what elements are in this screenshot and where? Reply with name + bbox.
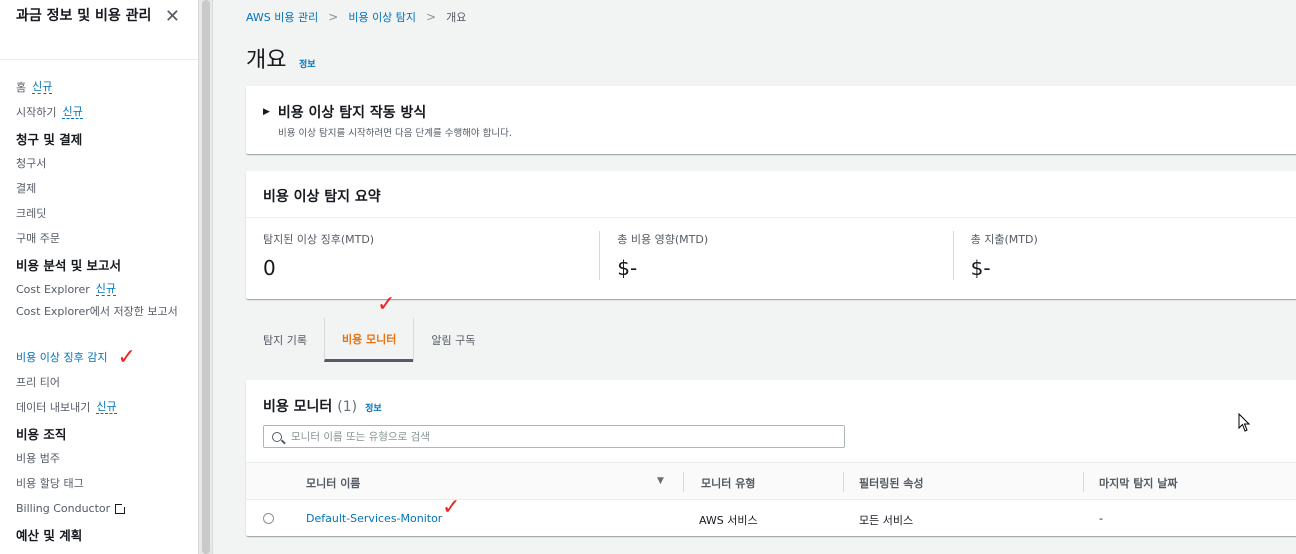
sidebar-section-budgets: 예산 및 계획 [16,527,83,543]
summary-title: 비용 이상 탐지 요약 [246,171,1296,218]
monitor-type-cell: AWS 서비스 [699,514,758,527]
sidebar-item-label: Billing Conductor [16,501,111,515]
column-divider[interactable] [843,472,844,492]
cost-monitors-info-link[interactable]: 정보 [365,401,382,414]
metric-label: 총 지출(MTD) [970,233,1038,246]
sidebar-item-purchase-orders[interactable]: 구매 주문 [0,226,198,251]
breadcrumb-anomaly-detection[interactable]: 비용 이상 탐지 [348,9,416,25]
table-header: 모니터 이름 ▼ 모니터 유형 필터링된 속성 마지막 탐지 날짜 [246,462,1296,500]
sidebar-nav: 홈 신규 시작하기 신규 청구 및 결제 청구서 결제 크레딧 구매 주문 비용 분… [0,60,198,547]
sidebar-item-getting-started[interactable]: 시작하기 신규 [0,100,198,125]
cost-monitors-count: (1) [337,399,358,415]
sidebar-header: 과금 정보 및 비용 관리 ✕ [0,0,198,60]
sidebar-item-bills[interactable]: 청구서 [0,151,198,176]
sidebar-item-billing-conductor[interactable]: Billing Conductor [0,496,198,521]
search-icon [272,431,282,442]
how-it-works-toggle[interactable]: ▶ 비용 이상 탐지 작동 방식 [263,102,426,122]
sidebar-title: 과금 정보 및 비용 관리 [16,8,152,24]
tab-cost-monitors[interactable]: 비용 모니터 ✓ [323,294,414,362]
sidebar: 과금 정보 및 비용 관리 ✕ 홈 신규 시작하기 신규 청구 및 결제 청구서 결… [0,0,199,554]
metric-detected-anomalies: 탐지된 이상 징후(MTD) 0 [246,231,599,280]
search-input[interactable] [291,430,831,443]
sidebar-item-cost-anomaly-detection[interactable]: 비용 이상 징후 감지 ✓ [0,345,198,370]
filtered-attributes-cell: 모든 서비스 [859,514,914,527]
metric-value: $- [970,256,991,280]
summary-metrics: 탐지된 이상 징후(MTD) 0 총 비용 영향(MTD) $- 총 지출(MT… [246,218,1296,280]
tab-label: 비용 모니터 [341,332,397,346]
how-it-works-title: 비용 이상 탐지 작동 방식 [277,105,427,121]
metric-total-spend: 총 지출(MTD) $- [952,231,1296,280]
sidebar-item-payments[interactable]: 결제 [0,176,198,201]
sidebar-item-label: 홈 [16,80,27,94]
column-divider[interactable] [683,472,684,492]
sidebar-item-saved-reports[interactable]: Cost Explorer에서 저장한 보고서 [0,302,198,345]
new-badge: 신규 [32,80,53,94]
tab-alert-subscriptions[interactable]: 알림 구독 [413,318,492,362]
sidebar-item-label: 데이터 내보내기 [16,400,91,414]
metric-value: $- [617,256,638,280]
cost-monitors-title: 비용 모니터 [263,399,333,415]
breadcrumb-current: 개요 [446,11,467,24]
sidebar-item-home[interactable]: 홈 신규 [0,75,198,100]
search-box [263,425,845,448]
external-link-icon [115,501,128,514]
sidebar-section-billing: 청구 및 결제 [16,131,83,147]
summary-panel: 비용 이상 탐지 요약 탐지된 이상 징후(MTD) 0 총 비용 영향(MTD… [246,171,1296,299]
table-row[interactable]: Default-Services-Monitor ✓ AWS 서비스 모든 서비… [246,495,1296,536]
sidebar-item-free-tier[interactable]: 프리 티어 [0,370,198,395]
caret-right-icon: ▶ [263,107,270,117]
page-title: 개요 [246,48,287,73]
close-icon[interactable]: ✕ [165,8,180,26]
last-detected-cell: - [1099,512,1103,525]
check-mark-annotation: ✓ [117,344,136,370]
chevron-right-icon: > [426,10,437,24]
row-select-radio[interactable] [263,513,274,524]
breadcrumb: AWS 비용 관리 > 비용 이상 탐지 > 개요 [246,9,466,25]
column-monitor-type[interactable]: 모니터 유형 [701,475,755,491]
sidebar-section-cost-organization: 비용 조직 [16,426,67,442]
check-mark-annotation: ✓ [442,495,461,520]
sidebar-item-cost-explorer[interactable]: Cost Explorer 신규 [0,277,198,302]
sidebar-section-cost-analysis: 비용 분석 및 보고서 [16,257,122,273]
chevron-right-icon: > [328,10,339,24]
page-info-link[interactable]: 정보 [299,57,316,70]
metric-label: 탐지된 이상 징후(MTD) [263,233,375,246]
cost-monitors-panel: 비용 모니터 (1) 정보 모니터 이름 ▼ 모니터 유형 필터링된 속성 마지… [246,380,1296,536]
sidebar-item-credits[interactable]: 크레딧 [0,201,198,226]
breadcrumb-cost-management[interactable]: AWS 비용 관리 [246,9,318,25]
metric-label: 총 비용 영향(MTD) [617,233,709,246]
how-it-works-description: 비용 이상 탐지를 시작하려면 다음 단계를 수행해야 합니다. [278,128,512,139]
mouse-cursor-icon [1238,413,1250,432]
column-last-detected[interactable]: 마지막 탐지 날짜 [1099,475,1178,491]
check-mark-annotation: ✓ [376,292,396,317]
column-filtered-attributes[interactable]: 필터링된 속성 [859,475,924,491]
sidebar-item-label: Cost Explorer [16,282,90,296]
sort-caret-icon[interactable]: ▼ [657,476,664,486]
monitor-name-link[interactable]: Default-Services-Monitor [306,512,442,525]
sidebar-item-label: 시작하기 [16,105,57,119]
new-badge: 신규 [62,105,83,119]
how-it-works-panel: ▶ 비용 이상 탐지 작동 방식 비용 이상 탐지를 시작하려면 다음 단계를 … [246,86,1296,154]
sidebar-item-data-exports[interactable]: 데이터 내보내기 신규 [0,395,198,420]
sidebar-item-cost-categories[interactable]: 비용 범주 [0,446,198,471]
tab-bar: 탐지 기록 비용 모니터 ✓ 알림 구독 [246,294,492,362]
sidebar-scrollbar[interactable] [199,0,213,554]
tab-detection-history[interactable]: 탐지 기록 [246,318,324,362]
scrollbar-thumb[interactable] [202,0,210,554]
column-divider[interactable] [1083,472,1084,492]
cost-monitors-header: 비용 모니터 (1) 정보 [263,396,382,416]
metric-total-cost-impact: 총 비용 영향(MTD) $- [599,231,952,280]
metric-value: 0 [263,256,276,280]
sidebar-item-label: 비용 이상 징후 감지 [16,350,108,364]
sidebar-item-cost-allocation-tags[interactable]: 비용 할당 태그 [0,471,198,496]
column-monitor-name[interactable]: 모니터 이름 [306,475,360,491]
main-content: AWS 비용 관리 > 비용 이상 탐지 > 개요 개요 정보 ▶ 비용 이상 … [214,0,1296,554]
new-badge: 신규 [96,400,117,414]
new-badge: 신규 [95,282,117,296]
